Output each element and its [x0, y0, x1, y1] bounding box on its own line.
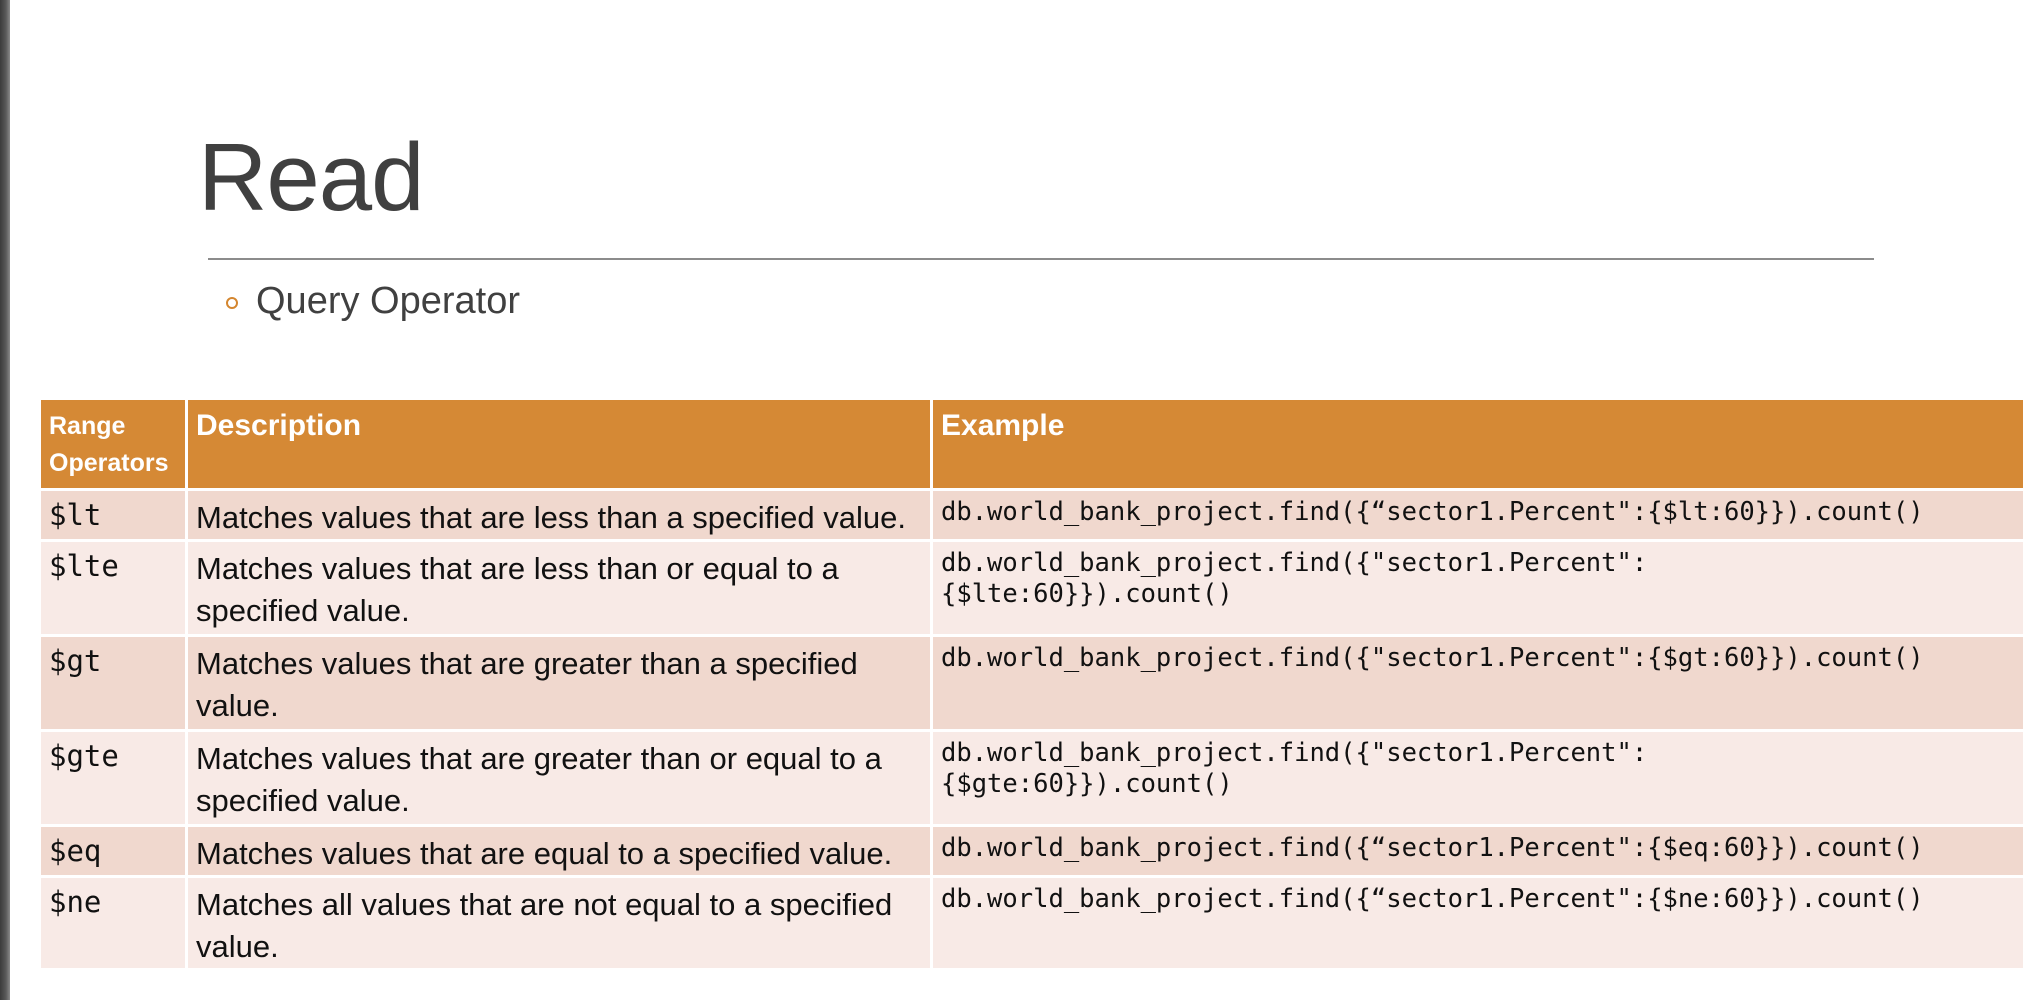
table-row: $lt Matches values that are less than a …: [41, 491, 2023, 539]
example-cell: db.world_bank_project.find({“sector1.Per…: [933, 491, 2023, 539]
header-example: Example: [933, 400, 2023, 488]
header-description: Description: [188, 400, 930, 488]
table-header-row: Range Operators Description Example: [41, 400, 2023, 488]
bullet-circle-icon: [226, 296, 238, 309]
example-cell: db.world_bank_project.find({“sector1.Per…: [933, 827, 2023, 875]
description-cell: Matches values that are greater than or …: [188, 732, 930, 824]
operator-cell: $gte: [41, 732, 185, 824]
table-row: $ne Matches all values that are not equa…: [41, 878, 2023, 968]
operators-table: Range Operators Description Example $lt …: [38, 397, 2026, 971]
title-divider: [208, 258, 1874, 260]
description-cell: Matches values that are less than or equ…: [188, 542, 930, 634]
bullet-text: Query Operator: [256, 280, 520, 322]
table-row: $gt Matches values that are greater than…: [41, 637, 2023, 729]
example-cell: db.world_bank_project.find({"sector1.Per…: [933, 542, 2023, 634]
table-row: $gte Matches values that are greater tha…: [41, 732, 2023, 824]
description-cell: Matches values that are equal to a speci…: [188, 827, 930, 875]
operator-cell: $lt: [41, 491, 185, 539]
example-cell: db.world_bank_project.find({“sector1.Per…: [933, 878, 2023, 968]
slide-title: Read: [198, 124, 424, 231]
bullet-item: Query Operator: [226, 280, 520, 323]
table-row: $eq Matches values that are equal to a s…: [41, 827, 2023, 875]
operator-cell: $gt: [41, 637, 185, 729]
slide-canvas: Read Query Operator Range Operators Desc…: [0, 0, 2026, 1000]
operator-cell: $ne: [41, 878, 185, 968]
example-cell: db.world_bank_project.find({"sector1.Per…: [933, 637, 2023, 729]
operator-cell: $lte: [41, 542, 185, 634]
window-left-edge: [0, 0, 10, 1000]
example-cell: db.world_bank_project.find({"sector1.Per…: [933, 732, 2023, 824]
operator-cell: $eq: [41, 827, 185, 875]
description-cell: Matches values that are greater than a s…: [188, 637, 930, 729]
table-row: $lte Matches values that are less than o…: [41, 542, 2023, 634]
header-range-operators: Range Operators: [41, 400, 185, 488]
description-cell: Matches values that are less than a spec…: [188, 491, 930, 539]
description-cell: Matches all values that are not equal to…: [188, 878, 930, 968]
